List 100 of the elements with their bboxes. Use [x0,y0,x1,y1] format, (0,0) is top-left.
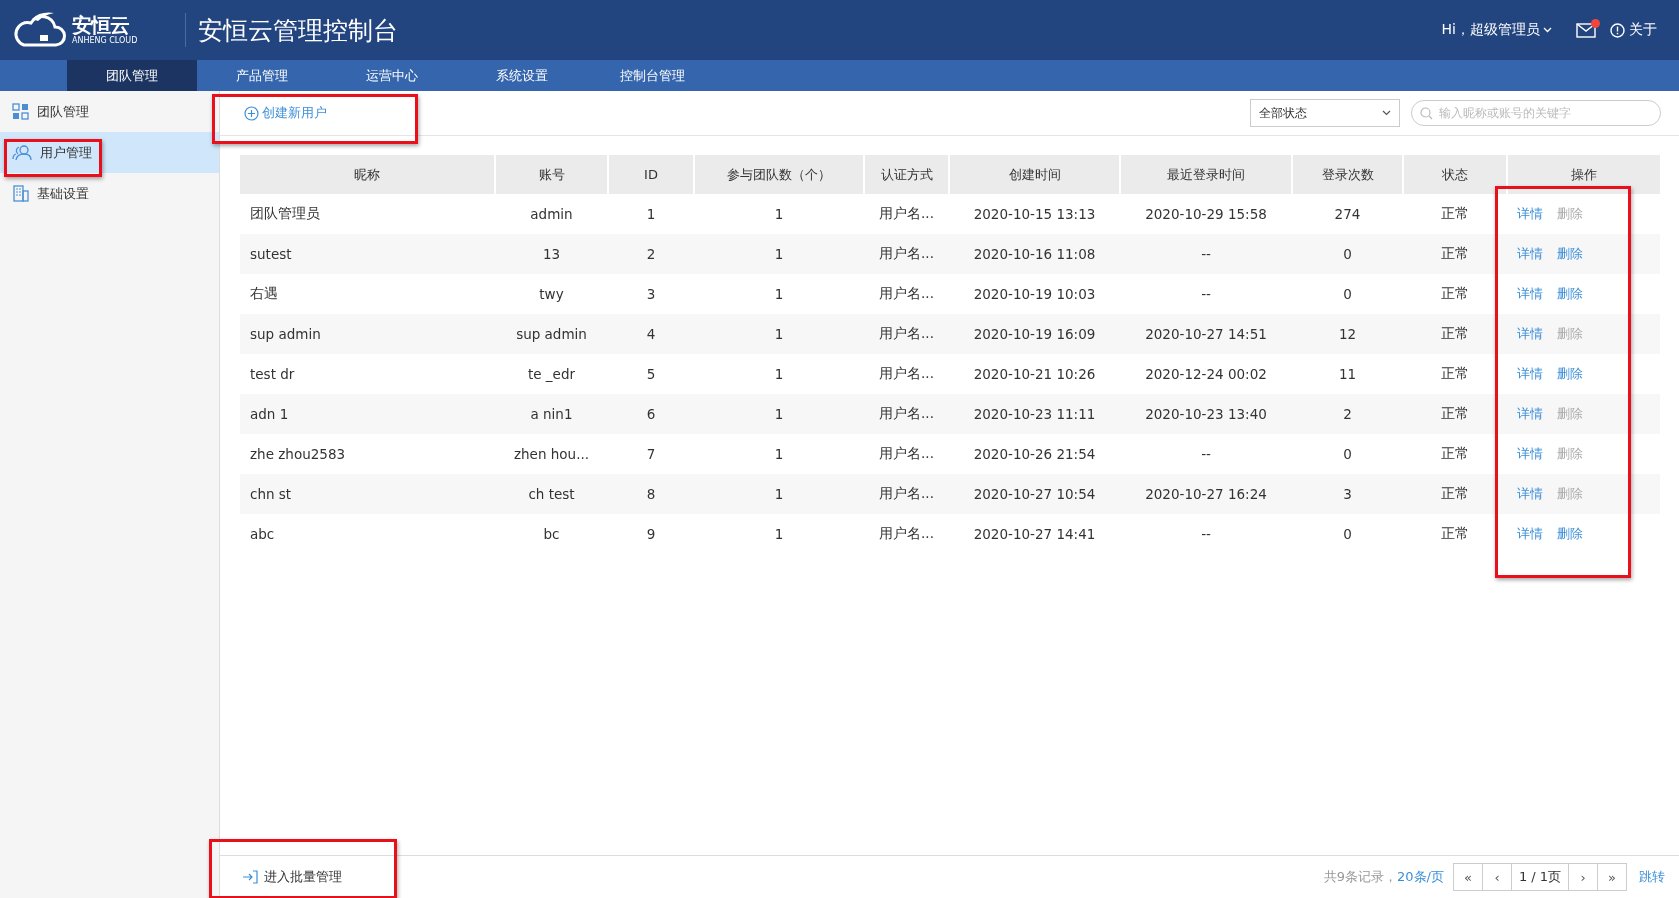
details-link[interactable]: 详情 [1517,245,1543,263]
table-cell: 正常 [1403,274,1507,314]
table-cell: 用户名... [864,514,949,554]
user-menu[interactable]: Hi，超级管理员 [1441,21,1552,39]
table-cell: a nin1 [495,394,608,434]
table-cell: 用户名... [864,434,949,474]
sidebar-item[interactable]: 用户管理 [0,132,219,173]
record-count: 共9条记录， [1323,868,1398,886]
nav-tab[interactable]: 运营中心 [327,60,457,91]
table-cell: 5 [608,354,694,394]
column-header: 创建时间 [949,155,1120,194]
table-cell: ch test [495,474,608,514]
users-icon [12,144,32,161]
table-cell: 用户名... [864,314,949,354]
last-page-button[interactable]: » [1597,863,1627,891]
details-link[interactable]: 详情 [1517,485,1543,503]
table-cell: 3 [608,274,694,314]
grid-icon [12,103,29,120]
table-cell: sup admin [495,314,608,354]
first-page-button[interactable]: « [1453,863,1483,891]
app-title: 安恒云管理控制台 [198,14,399,47]
search-field[interactable]: 输入昵称或账号的关键字 [1411,100,1661,126]
table-cell: -- [1120,274,1292,314]
table-cell: 2 [608,234,694,274]
table-cell: 1 [694,394,864,434]
table-cell: 1 [694,314,864,354]
info-icon [1610,22,1625,38]
prev-page-button[interactable]: ‹ [1482,863,1512,891]
table-cell: 用户名... [864,274,949,314]
status-dropdown[interactable]: 全部状态 [1250,99,1400,127]
table-cell: 274 [1292,194,1403,234]
table-cell: 用户名... [864,394,949,434]
plus-circle-icon [244,105,259,121]
page-indicator[interactable]: 1 / 1页 [1511,863,1569,891]
delete-link[interactable]: 删除 [1557,525,1583,543]
table-cell: 1 [694,354,864,394]
table-cell: 正常 [1403,194,1507,234]
table-cell: abc [240,514,495,554]
table-cell: -- [1120,234,1292,274]
table-cell: 正常 [1403,354,1507,394]
logo-text: 安恒云 [72,15,130,35]
column-header: 状态 [1403,155,1507,194]
table-cell: 用户名... [864,474,949,514]
column-header: 最近登录时间 [1120,155,1292,194]
table-cell: sup admin [240,314,495,354]
nav-tab[interactable]: 控制台管理 [587,60,717,91]
next-page-button[interactable]: › [1568,863,1598,891]
table-cell: 正常 [1403,434,1507,474]
column-header: ID [608,155,694,194]
details-link[interactable]: 详情 [1517,445,1543,463]
table-cell: 1 [694,194,864,234]
table-cell: 2020-10-23 11:11 [949,394,1120,434]
details-link[interactable]: 详情 [1517,205,1543,223]
table-cell: 1 [694,474,864,514]
table-cell: 2 [1292,394,1403,434]
details-link[interactable]: 详情 [1517,405,1543,423]
delete-link[interactable]: 删除 [1557,245,1583,263]
table-cell: 8 [608,474,694,514]
details-link[interactable]: 详情 [1517,365,1543,383]
table-cell: 13 [495,234,608,274]
details-link[interactable]: 详情 [1517,525,1543,543]
nav-tab[interactable]: 系统设置 [457,60,587,91]
nav-tab[interactable]: 团队管理 [67,60,197,91]
create-user-button[interactable]: 创建新用户 [244,104,327,122]
table-cell: twy [495,274,608,314]
column-header: 昵称 [240,155,495,194]
envelope-icon [1576,22,1596,38]
details-link[interactable]: 详情 [1517,325,1543,343]
column-header: 账号 [495,155,608,194]
table-cell: 2020-10-19 10:03 [949,274,1120,314]
column-header: 登录次数 [1292,155,1403,194]
sidebar-item[interactable]: 基础设置 [0,173,219,214]
page-size-link[interactable]: 20条/页 [1397,868,1444,886]
about-link[interactable]: 关于 [1610,21,1657,39]
nav-tab[interactable]: 产品管理 [197,60,327,91]
table-cell: bc [495,514,608,554]
table-cell: -- [1120,434,1292,474]
table-cell: 0 [1292,234,1403,274]
table-cell: 用户名... [864,354,949,394]
table-cell: 1 [694,234,864,274]
table-cell: 0 [1292,274,1403,314]
delete-link[interactable]: 删除 [1557,365,1583,383]
table-cell: 1 [694,274,864,314]
delete-link[interactable]: 删除 [1557,285,1583,303]
table-cell: 2020-10-19 16:09 [949,314,1120,354]
table-cell: 正常 [1403,474,1507,514]
details-link[interactable]: 详情 [1517,285,1543,303]
jump-link[interactable]: 跳转 [1639,868,1665,886]
table-cell: 0 [1292,434,1403,474]
table-cell: 0 [1292,514,1403,554]
table-cell: te _edr [495,354,608,394]
table-cell: 2020-10-15 13:13 [949,194,1120,234]
table-cell: test dr [240,354,495,394]
sidebar-item[interactable]: 团队管理 [0,91,219,132]
table-cell: 正常 [1403,234,1507,274]
column-header: 参与团队数（个） [694,155,864,194]
table-cell: 1 [694,514,864,554]
table-cell: 2020-10-27 14:51 [1120,314,1292,354]
table-cell: 2020-10-16 11:08 [949,234,1120,274]
batch-manage-button[interactable]: 进入批量管理 [242,868,342,886]
